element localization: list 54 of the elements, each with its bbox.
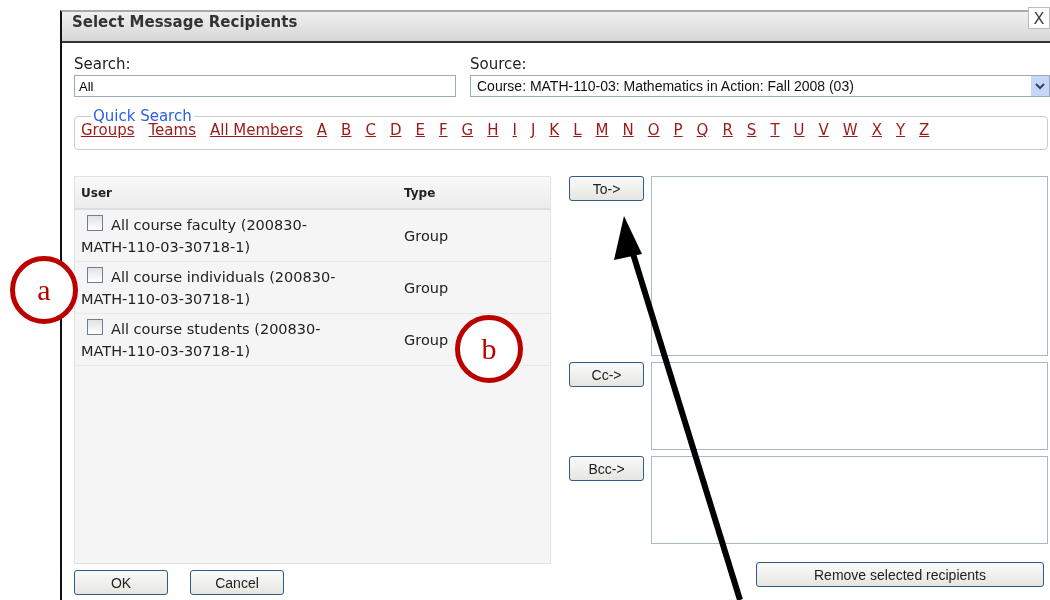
quick-search-link[interactable]: L bbox=[573, 121, 582, 139]
quick-search-link[interactable]: X bbox=[871, 121, 882, 139]
quick-search-link[interactable]: I bbox=[512, 121, 517, 139]
quick-search-link[interactable]: T bbox=[770, 121, 780, 139]
checkbox[interactable] bbox=[87, 266, 103, 283]
quick-search-link[interactable]: C bbox=[365, 121, 376, 139]
quick-search-link[interactable]: R bbox=[722, 121, 733, 139]
user-cell-text: All course students (200830-MATH-110-03-30718-1) bbox=[80, 317, 322, 361]
column-header: Type bbox=[403, 185, 437, 200]
quick-search-link[interactable]: B bbox=[341, 121, 352, 139]
quick-search-link[interactable]: P bbox=[673, 121, 683, 139]
quick-search-link[interactable]: Q bbox=[696, 121, 709, 139]
quick-search-link[interactable]: U bbox=[793, 121, 805, 139]
checkbox[interactable] bbox=[87, 318, 103, 335]
quick-search-link[interactable]: J bbox=[530, 121, 536, 139]
quick-search-link[interactable]: Z bbox=[919, 121, 930, 139]
add-recipient-button[interactable]: Cc-> bbox=[569, 362, 644, 387]
quick-search-link[interactable]: S bbox=[746, 121, 757, 139]
quick-search-link[interactable]: All Members bbox=[209, 121, 303, 139]
remove-recipients-button[interactable]: Remove selected recipients bbox=[756, 562, 1044, 587]
cancel-button[interactable]: Cancel bbox=[190, 570, 284, 595]
quick-search-link[interactable]: E bbox=[415, 121, 425, 139]
quick-search-link[interactable]: N bbox=[622, 121, 634, 139]
quick-search-link[interactable]: V bbox=[818, 121, 829, 139]
quick-search-link[interactable]: D bbox=[389, 121, 402, 139]
column-header: User bbox=[80, 185, 113, 200]
chevron-down-icon bbox=[1031, 76, 1049, 96]
quick-search-link[interactable]: Groups bbox=[81, 121, 135, 139]
quick-search-link[interactable]: K bbox=[549, 121, 560, 139]
type-cell-text: Group bbox=[403, 331, 450, 348]
source-label: Source: bbox=[470, 55, 528, 73]
close-button[interactable]: X bbox=[1028, 7, 1050, 29]
quick-search-link[interactable]: Teams bbox=[148, 121, 196, 139]
source-dropdown[interactable]: Course: MATH-110-03: Mathematics in Action: Fall 2008 (03) bbox=[470, 75, 1050, 97]
window-title: Select Message Recipients bbox=[72, 13, 298, 31]
quick-search-link[interactable]: O bbox=[647, 121, 660, 139]
quick-search-link[interactable]: M bbox=[595, 121, 609, 139]
add-recipient-button[interactable]: Bcc-> bbox=[569, 456, 644, 481]
quick-search-link[interactable]: A bbox=[316, 121, 328, 139]
quick-search-link[interactable]: W bbox=[842, 121, 858, 139]
user-cell-text: All course faculty (200830-MATH-110-03-30718-1) bbox=[80, 213, 308, 257]
type-cell-text: Group bbox=[403, 227, 450, 244]
search-label: Search: bbox=[74, 55, 132, 73]
quick-search-link[interactable]: F bbox=[438, 121, 448, 139]
quick-search-link[interactable]: H bbox=[487, 121, 499, 139]
quick-search-link[interactable]: Y bbox=[895, 121, 906, 139]
quick-search-link[interactable]: G bbox=[461, 121, 474, 139]
type-cell-text: Group bbox=[403, 279, 450, 296]
search-field[interactable]: All bbox=[74, 75, 456, 97]
user-cell-text: All course individuals (200830-MATH-110-03-30718-1) bbox=[80, 265, 337, 309]
annotation-marker: a bbox=[10, 256, 78, 324]
add-recipient-button[interactable]: To-> bbox=[569, 176, 644, 201]
ok-button[interactable]: OK bbox=[74, 570, 168, 595]
checkbox[interactable] bbox=[87, 214, 103, 231]
